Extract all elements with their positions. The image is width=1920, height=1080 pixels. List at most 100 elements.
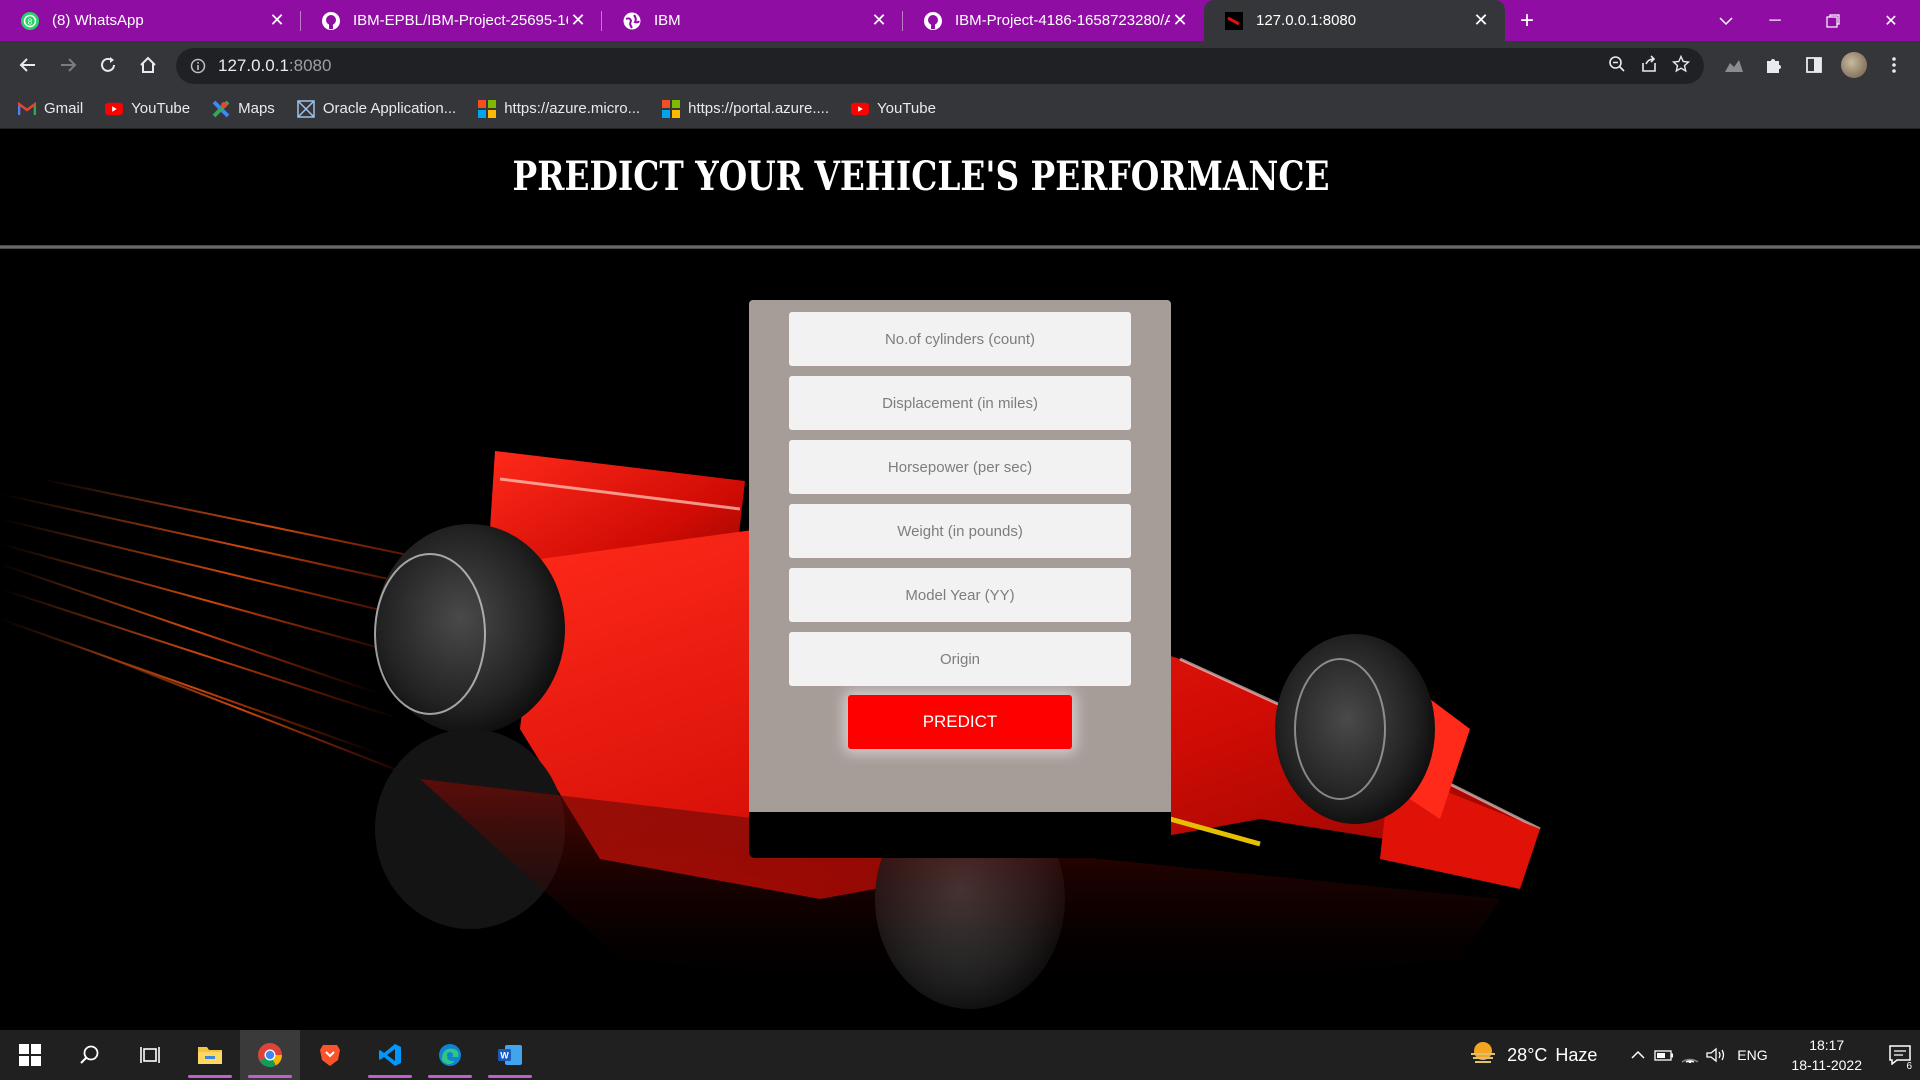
address-bar[interactable]: 127.0.0.1:8080 [176, 48, 1704, 84]
oracle-icon [297, 99, 315, 118]
bookmark-youtube[interactable]: YouTube [105, 100, 190, 118]
profile-avatar[interactable] [1836, 47, 1872, 83]
bookmark-star-icon[interactable] [1671, 54, 1691, 78]
back-arrow-icon[interactable] [8, 45, 48, 85]
new-tab-button[interactable]: + [1505, 0, 1549, 41]
side-panel-icon[interactable] [1796, 47, 1832, 83]
weather-condition: Haze [1555, 1044, 1598, 1065]
origin-input[interactable] [789, 632, 1131, 686]
share-icon[interactable] [1640, 54, 1658, 78]
github-icon [923, 11, 943, 31]
url-host: 127.0.0.1 [218, 56, 289, 75]
close-tab-icon[interactable]: ✕ [1471, 10, 1491, 31]
bookmark-gmail[interactable]: Gmail [18, 100, 83, 118]
maps-icon [212, 100, 230, 118]
title-divider [0, 245, 1920, 249]
weight-input[interactable] [789, 504, 1131, 558]
youtube-icon [105, 100, 124, 118]
site-info-icon[interactable] [190, 58, 206, 74]
bookmark-label: YouTube [877, 100, 936, 117]
haze-weather-icon [1467, 1040, 1499, 1071]
close-tab-icon[interactable]: ✕ [568, 10, 588, 31]
notifications-icon[interactable]: 6 [1880, 1030, 1920, 1080]
close-window-button[interactable]: ✕ [1862, 0, 1920, 41]
tab-title: 127.0.0.1:8080 [1256, 12, 1357, 29]
search-icon[interactable] [60, 1030, 120, 1080]
tab-strip: 8 (8) WhatsApp ✕ IBM-EPBL/IBM-Project-25… [0, 0, 1920, 41]
tab-search-chevron-icon[interactable] [1706, 0, 1746, 41]
bookmark-youtube-2[interactable]: YouTube [851, 100, 936, 118]
tab-localhost[interactable]: 127.0.0.1:8080 ✕ [1204, 0, 1505, 41]
close-tab-icon[interactable]: ✕ [869, 10, 889, 31]
browser-toolbar: 127.0.0.1:8080 [0, 41, 1920, 89]
svg-text:8: 8 [28, 17, 33, 26]
home-icon[interactable] [128, 45, 168, 85]
tab-title: (8) WhatsApp [52, 12, 144, 29]
zoom-icon[interactable] [1608, 55, 1626, 78]
clock[interactable]: 18:17 18-11-2022 [1791, 1035, 1862, 1075]
battery-icon[interactable] [1651, 1030, 1677, 1080]
reload-icon[interactable] [88, 45, 128, 85]
close-tab-icon[interactable]: ✕ [267, 10, 287, 31]
bookmark-azure-micro[interactable]: https://azure.micro... [478, 99, 641, 118]
page-title: PREDICT YOUR VEHICLE'S PERFORMANCE [512, 153, 1330, 200]
predict-button[interactable]: PREDICT [848, 695, 1072, 749]
bookmark-label: Maps [238, 100, 275, 117]
extension-chart-icon[interactable] [1716, 47, 1752, 83]
clock-time: 18:17 [1809, 1037, 1845, 1053]
brave-icon[interactable] [300, 1030, 360, 1080]
youtube-icon [851, 100, 870, 118]
weather-widget[interactable]: 28°C Haze [1467, 1040, 1597, 1071]
volume-icon[interactable] [1703, 1030, 1729, 1080]
weather-temp: 28°C [1507, 1044, 1548, 1065]
menu-kebab-icon[interactable] [1876, 47, 1912, 83]
tab-title: IBM [654, 12, 681, 29]
bookmark-azure-portal[interactable]: https://portal.azure.... [662, 99, 830, 118]
word-icon[interactable]: W [480, 1030, 540, 1080]
extensions-puzzle-icon[interactable] [1756, 47, 1792, 83]
file-explorer-icon[interactable] [180, 1030, 240, 1080]
tab-github-project-25695[interactable]: IBM-EPBL/IBM-Project-25695-16 ✕ [301, 0, 602, 41]
horsepower-input[interactable] [789, 440, 1131, 494]
displacement-input[interactable] [789, 376, 1131, 430]
minimize-button[interactable]: ─ [1746, 0, 1804, 41]
prediction-form: PREDICT [749, 300, 1171, 812]
model-year-input[interactable] [789, 568, 1131, 622]
gmail-icon [18, 100, 36, 118]
start-windows-icon[interactable] [0, 1030, 60, 1080]
chrome-icon[interactable] [240, 1030, 300, 1080]
bookmark-oracle[interactable]: Oracle Application... [297, 99, 457, 118]
notification-count-badge: 6 [1904, 1061, 1914, 1072]
bookmark-maps[interactable]: Maps [212, 100, 275, 118]
web-page: PREDICT YOUR VEHICLE'S PERFORMANCE No.of… [0, 129, 1920, 1030]
chevron-up-icon[interactable] [1625, 1030, 1651, 1080]
tab-ibm[interactable]: IBM ✕ [602, 0, 903, 41]
github-icon [321, 11, 341, 31]
wifi-icon[interactable] [1677, 1030, 1703, 1080]
svg-text:W: W [500, 1051, 509, 1061]
microsoft-icon [478, 99, 497, 118]
restore-button[interactable] [1804, 0, 1862, 41]
site-favicon [1224, 11, 1244, 31]
bookmarks-bar: Gmail YouTube Maps Oracle Application...… [0, 89, 1920, 129]
globe-icon [622, 11, 642, 31]
bookmark-label: YouTube [131, 100, 191, 117]
tab-title: IBM-Project-4186-1658723280/A [955, 12, 1170, 29]
close-tab-icon[interactable]: ✕ [1170, 10, 1190, 31]
bookmark-label: https://portal.azure.... [688, 100, 830, 117]
system-tray: 28°C Haze ENG 18:17 18-11-2022 6 [1467, 1030, 1920, 1080]
task-view-icon[interactable] [120, 1030, 180, 1080]
edge-icon[interactable] [420, 1030, 480, 1080]
tab-whatsapp[interactable]: 8 (8) WhatsApp ✕ [0, 0, 301, 41]
forward-arrow-icon[interactable] [48, 45, 88, 85]
bookmark-label: https://azure.micro... [504, 100, 641, 117]
vscode-icon[interactable] [360, 1030, 420, 1080]
bookmark-label: Oracle Application... [322, 100, 457, 117]
url-port: :8080 [288, 56, 332, 75]
bookmark-label: Gmail [44, 100, 84, 117]
language-indicator[interactable]: ENG [1729, 1030, 1775, 1080]
cylinders-input[interactable] [789, 312, 1131, 366]
form-panel-shadow [749, 812, 1171, 858]
tab-github-project-4186[interactable]: IBM-Project-4186-1658723280/A ✕ [903, 0, 1204, 41]
microsoft-icon [662, 99, 681, 118]
